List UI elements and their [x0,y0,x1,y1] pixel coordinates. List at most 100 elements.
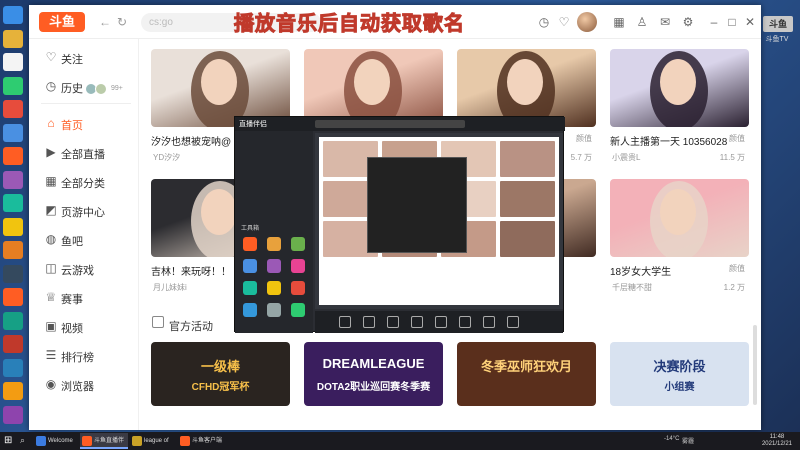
taskbar-app[interactable]: Welcome [34,433,78,449]
sidebar-item[interactable]: ◉ 浏览器 [29,374,139,396]
nested-tool-icon[interactable] [243,259,257,273]
stream-thumbnail[interactable] [610,179,749,257]
nested-toolbar-button[interactable] [507,316,519,328]
desktop-shortcut-icon[interactable] [3,170,23,189]
nested-toolbar-button[interactable] [459,316,471,328]
streamer-name: YD汐汐 [153,153,181,162]
banner-headline: 决赛阶段 [653,359,706,374]
desktop-shortcut-icon[interactable] [3,6,23,24]
sidebar-item-history[interactable]: ◷ 历史 [29,76,139,98]
activity-banner[interactable]: DREAMLEAGUE DOTA2职业巡回赛冬季赛 [304,342,443,406]
sidebar-item[interactable]: ⌂ 首页 [29,113,139,135]
stream-title: 汐汐也想被宠呐@ [151,137,232,148]
desktop-shortcut-icon[interactable] [3,288,23,306]
nested-toolbar-button[interactable] [411,316,423,328]
start-icon[interactable]: ⊞ [4,435,16,447]
settings-icon[interactable]: ⚙ [681,15,695,29]
scrollbar[interactable] [753,325,757,405]
weather-temp: -14°C [664,436,680,442]
heart-icon: ♡ [45,50,57,64]
activity-banner[interactable]: 冬季巫师狂欢月 [457,342,596,406]
message-icon[interactable]: ✉ [658,15,672,29]
taskbar-app[interactable]: 斗鱼客户端 [178,433,226,449]
nested-tool-icon[interactable] [267,281,281,295]
douyu-logo[interactable]: 斗鱼 [39,12,85,32]
nested-tool-icon[interactable] [291,259,305,273]
desktop-shortcut-icon[interactable] [3,382,23,400]
nested-left-panel: 工具箱 [235,131,313,333]
desktop-shortcut-icon[interactable] [3,76,23,95]
sidebar-item[interactable]: ▶ 全部直播 [29,142,139,164]
taskbar-app[interactable]: league of legends [130,433,176,449]
banner-headline: DREAMLEAGUE [322,356,425,371]
nested-toolbar-button[interactable] [387,316,399,328]
sidebar-item[interactable]: ◫ 云游戏 [29,258,139,280]
desktop-shortcut-icon[interactable] [3,100,23,118]
clock-time: 11:48 [769,434,785,440]
sidebar-item[interactable]: ♕ 赛事 [29,287,139,309]
desktop-shortcut-icon[interactable] [3,405,23,424]
nested-tool-icon[interactable] [243,281,257,295]
nested-tool-icon[interactable] [267,237,281,251]
maximize-button[interactable]: □ [725,15,739,29]
stream-category: 颜值 [729,134,745,143]
desktop-shortcut-icon[interactable] [3,241,23,259]
sidebar-item-label: 浏览器 [61,381,94,393]
activity-banner[interactable]: 一级棒 CFHD冠军杯 [151,342,290,406]
nested-tool-icon[interactable] [291,237,305,251]
trophy-icon: ♕ [45,290,57,304]
sidebar-item-label: 全部分类 [61,178,105,190]
sidebar-item[interactable]: ◍ 鱼吧 [29,229,139,251]
nested-tool-icon[interactable] [243,237,257,251]
desktop-shortcut-icon[interactable] [3,358,23,377]
sidebar-item-label: 全部直播 [61,149,105,161]
desktop-shortcut-icon[interactable] [3,264,23,283]
desktop-shortcut-icon[interactable] [3,147,23,165]
desktop-shortcut-icon[interactable] [3,194,23,212]
browser-icon: ◉ [45,377,57,391]
desktop-shortcut-icon[interactable] [3,123,23,142]
sidebar-item[interactable]: ▣ 视频 [29,316,139,338]
close-button[interactable]: ✕ [743,15,757,29]
sidebar-item-follow[interactable]: ♡ 关注 [29,47,139,69]
sidebar-item[interactable]: ▦ 全部分类 [29,171,139,193]
back-icon[interactable]: ← [99,15,111,29]
desktop-shortcut-icon[interactable] [3,311,23,330]
nested-tool-icon[interactable] [267,259,281,273]
app-icon [132,436,142,446]
activity-banner[interactable]: 决赛阶段 小组赛 [610,342,749,406]
avatar[interactable] [577,12,597,32]
streamer-name: 小震贵L [612,153,641,162]
desktop-shortcut-icon[interactable] [3,335,23,353]
shirt-icon[interactable]: ♙ [635,15,649,29]
nested-tool-icon[interactable] [267,303,281,317]
nested-tool-icon[interactable] [243,303,257,317]
nested-tool-icon[interactable] [291,281,305,295]
nested-toolbar-button[interactable] [435,316,447,328]
home-icon: ⌂ [47,116,55,130]
sidebar-item[interactable]: ◩ 页游中心 [29,200,139,222]
clock[interactable]: 11:48 2021/12/21 [762,434,792,448]
nested-toolbar-button[interactable] [483,316,495,328]
heart-icon[interactable]: ♡ [557,15,571,29]
video-icon: ▣ [45,319,57,333]
banner-subline: 小组赛 [664,382,695,393]
divider [41,103,131,104]
refresh-icon[interactable]: ↻ [117,15,127,29]
sidebar-item-label: 页游中心 [61,207,105,219]
desktop-shortcut-icon[interactable] [3,53,23,71]
desktop-shortcut-icon[interactable] [3,217,23,236]
sidebar-item[interactable]: ☰ 排行榜 [29,345,139,367]
calendar-icon[interactable]: ▦ [612,15,626,29]
taskbar-app-label: 斗鱼直播伴侣 [94,438,125,444]
nested-toolbar-button[interactable] [339,316,351,328]
nested-toolbar-button[interactable] [363,316,375,328]
nested-tool-icon[interactable] [291,303,305,317]
streamer-name: 月儿妹妹i [153,283,187,292]
history-icon[interactable]: ◷ [537,15,551,29]
desktop-shortcut-icon[interactable] [3,29,23,48]
minimize-button[interactable]: – [707,15,721,29]
taskbar-app[interactable]: 斗鱼直播伴侣 [80,433,128,449]
search-icon[interactable]: ⌕ [20,435,25,446]
stream-thumbnail[interactable] [610,49,749,127]
